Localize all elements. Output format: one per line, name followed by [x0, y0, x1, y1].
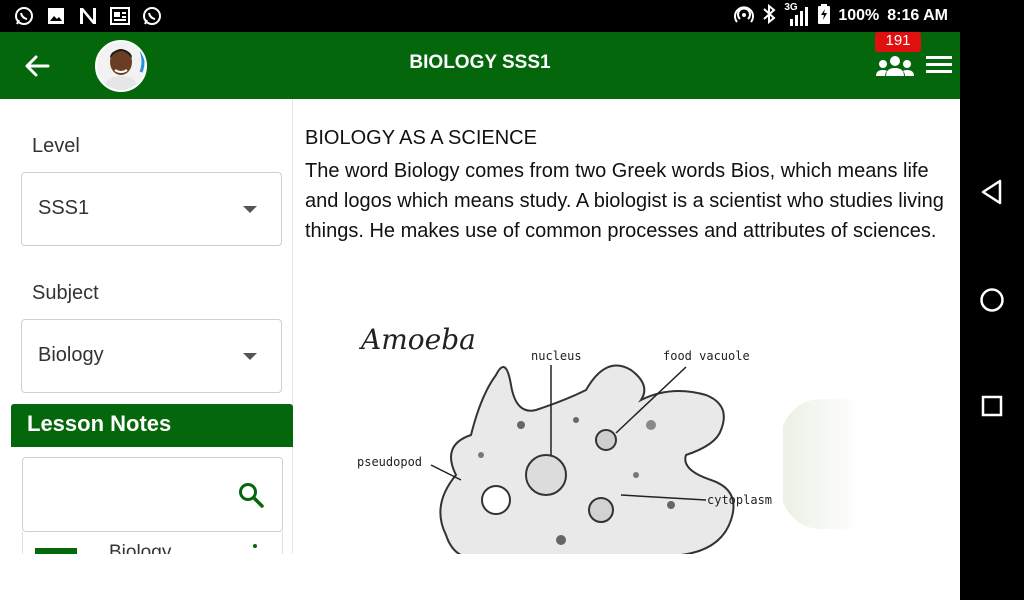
list-item-thumbnail — [35, 548, 77, 554]
dropdown-caret-icon — [243, 353, 257, 360]
list-item-title: Biology — [109, 542, 172, 554]
lesson-notes-header: Lesson Notes — [11, 404, 293, 447]
page-title: BIOLOGY SSS1 — [409, 52, 551, 73]
level-label: Level — [32, 135, 80, 157]
whatsapp-icon — [142, 6, 162, 26]
menu-button[interactable] — [924, 52, 954, 78]
group-icon — [876, 56, 914, 76]
nav-home-button[interactable] — [978, 286, 1006, 314]
gallery-icon — [46, 6, 66, 26]
image-edge-shadow — [781, 399, 861, 529]
label-cytoplasm: cytoplasm — [707, 493, 773, 507]
level-select-value: SSS1 — [38, 197, 90, 219]
nav-recents-button[interactable] — [978, 392, 1006, 420]
square-recents-icon — [981, 395, 1003, 417]
notification-icons — [0, 6, 162, 26]
hamburger-menu-icon — [926, 56, 952, 73]
search-button[interactable] — [237, 481, 265, 509]
members-count-badge: 191 — [875, 32, 921, 52]
status-bar: 3G 100% 8:16 AM — [0, 0, 960, 32]
battery-icon — [818, 3, 831, 29]
app-bar: BIOLOGY SSS1 191 — [0, 32, 960, 99]
clock: 8:16 AM — [887, 7, 948, 24]
group-members-button[interactable] — [876, 54, 914, 80]
news-icon — [110, 6, 130, 26]
system-navigation-bar — [960, 0, 1024, 600]
whatsapp-icon — [14, 6, 34, 26]
label-food-vacuole: food vacuole — [663, 349, 750, 363]
circle-home-icon — [980, 288, 1004, 312]
list-item[interactable]: Biology — [22, 532, 283, 554]
triangle-back-icon — [981, 179, 1002, 205]
lesson-body-text: The word Biology comes from two Greek wo… — [305, 160, 944, 242]
signal-icon: 3G — [784, 2, 810, 27]
subject-label: Subject — [32, 282, 99, 304]
app-screen: 3G 100% 8:16 AM BIOLOGY SSS1 191 Level S… — [0, 0, 960, 600]
subject-select-value: Biology — [38, 344, 104, 366]
level-select[interactable]: SSS1 — [21, 172, 282, 246]
amoeba-diagram: Amoeba nucleus food vacuole pseudopod cy… — [351, 315, 783, 554]
system-status: 3G 100% 8:16 AM — [734, 0, 948, 32]
lesson-heading: BIOLOGY AS A SCIENCE — [305, 127, 537, 149]
label-nucleus: nucleus — [531, 349, 582, 363]
search-icon — [239, 483, 264, 508]
lesson-search-box — [22, 457, 283, 532]
n-app-icon — [78, 6, 98, 26]
bluetooth-icon — [762, 3, 776, 29]
subject-select[interactable]: Biology — [21, 319, 282, 393]
battery-level: 100% — [838, 7, 880, 24]
lesson-content: BIOLOGY AS A SCIENCE The word Biology co… — [293, 99, 960, 554]
label-pseudopod: pseudopod — [357, 455, 423, 469]
sidebar: Level SSS1 Subject Biology Lesson Notes … — [0, 99, 293, 554]
dropdown-caret-icon — [243, 206, 257, 213]
nav-back-button[interactable] — [978, 178, 1006, 206]
hotspot-icon — [734, 4, 755, 29]
lesson-search-input[interactable] — [33, 478, 223, 512]
more-options-icon[interactable] — [253, 544, 257, 548]
